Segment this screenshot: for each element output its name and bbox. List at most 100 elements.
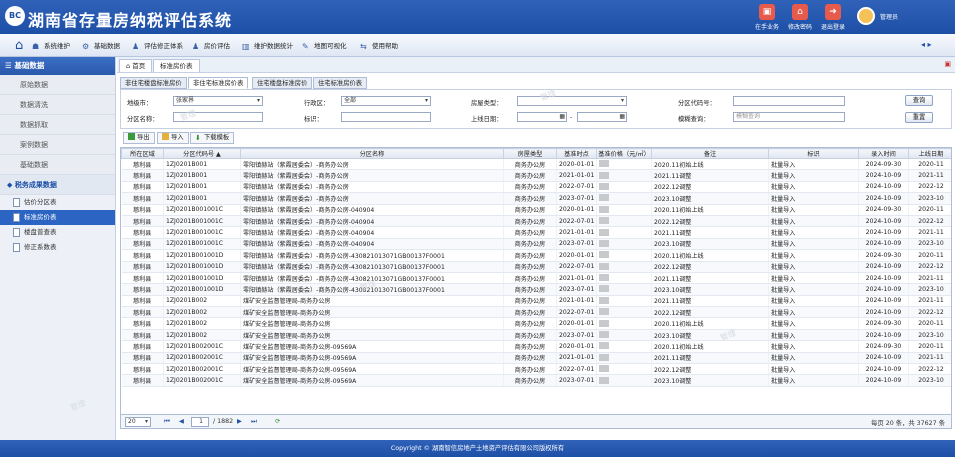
toolbar: 导出 导入 ⬇ 下载模板 (120, 132, 952, 145)
table-row[interactable]: 慈利县 1ZJ0201B001001D 零阳镇赫站（紫霞居委会）-商务办公房-430… (121, 249, 951, 262)
sidebar-item-case-data[interactable]: 案例数据 (0, 135, 115, 155)
subtab-residential-building[interactable]: 住宅楼盘标准房价 (252, 77, 313, 89)
redacted-price (599, 319, 609, 327)
export-button[interactable]: 导出 (123, 132, 155, 144)
table-cell: 2021-01-01 (556, 226, 597, 239)
mark-input[interactable] (341, 112, 431, 122)
subtab-residential-standard[interactable]: 住宅标准房价表 (313, 77, 368, 89)
table-cell: 慈利县 (121, 317, 164, 330)
fuzzy-search-input[interactable]: 模糊查询 (733, 112, 845, 122)
menu-correction-system[interactable]: ♟ 评估修正体系 (132, 39, 183, 53)
column-header[interactable]: 上线日期 (908, 148, 951, 159)
menu-basic-data[interactable]: ⚙ 基础数据 (82, 39, 120, 53)
search-button[interactable]: 查询 (905, 95, 933, 106)
calendar-icon[interactable]: ▦ (559, 113, 565, 121)
sidebar-item-data-cleaning[interactable]: 数据清洗 (0, 95, 115, 115)
table-row[interactable]: 慈利县 1ZJ0201B002001C 煤矿安全监督管理局-商务办公房-09569A… (121, 374, 951, 387)
column-header[interactable]: 录入时间 (858, 148, 909, 159)
table-row[interactable]: 慈利县 1ZJ0201B001001D 零阳镇赫站（紫霞居委会）-商务办公房-430… (121, 261, 951, 273)
tab-home[interactable]: ⌂ 首页 (119, 59, 153, 72)
zone-name-label: 分区名称： (127, 116, 159, 123)
district-select[interactable]: 全部 (341, 96, 431, 106)
table-cell: 1ZJ0201B002 (163, 295, 241, 308)
date-end-input[interactable]: ▦ (577, 112, 627, 122)
city-select[interactable]: 张家界 (173, 96, 263, 106)
table-cell: 慈利县 (121, 169, 164, 182)
table-row[interactable]: 慈利县 1ZJ0201B002 煤矿安全监督管理局-商务办公房 商务办公房 2023-0… (121, 329, 951, 342)
table-row[interactable]: 慈利县 1ZJ0201B001 零阳镇赫站（紫霞居委会）-商务办公房 商务办公房 202… (121, 192, 951, 205)
column-header[interactable]: 所在区域 (121, 148, 164, 159)
sidebar-sub-zone-table[interactable]: 估价分区表 (0, 195, 115, 210)
download-template-button[interactable]: ⬇ 下载模板 (190, 132, 235, 144)
logout-button[interactable]: ➜ 退出登录 (813, 4, 853, 31)
table-row[interactable]: 慈利县 1ZJ0201B001001C 零阳镇赫站（紫霞居委会）-商务办公房-040… (121, 238, 951, 251)
menu-scroll-arrows[interactable]: ◂ ▸ (921, 40, 932, 49)
sidebar-sub-correction-factor[interactable]: 修正系数表 (0, 240, 115, 255)
avatar[interactable] (857, 7, 875, 25)
refresh-icon[interactable]: ⟳ (275, 418, 280, 425)
table-cell: 1ZJ0201B001 (163, 192, 241, 205)
date-start-input[interactable]: ▦ (517, 112, 567, 122)
sidebar-sub-building-survey[interactable]: 楼盘普查表 (0, 225, 115, 240)
table-cell: 慈利县 (121, 226, 164, 239)
prev-page-icon[interactable]: ◀ (179, 418, 184, 425)
column-header[interactable]: 房屋类型 (503, 148, 557, 159)
import-button[interactable]: 导入 (157, 132, 189, 144)
table-cell: 1ZJ0201B002001C (163, 363, 241, 376)
table-cell: 批量导入 (768, 261, 859, 273)
first-page-icon[interactable]: ⏮ (164, 418, 170, 426)
next-page-icon[interactable]: ▶ (237, 418, 242, 425)
page-size-select[interactable]: 20 (125, 417, 151, 427)
table-row[interactable]: 慈利县 1ZJ0201B001 零阳镇赫站（紫霞居委会）-商务办公房 商务办公房 202… (121, 169, 951, 182)
table-cell (596, 261, 652, 273)
table-row[interactable]: 慈利县 1ZJ0201B002001C 煤矿安全监督管理局-商务办公房-09569A… (121, 340, 951, 353)
table-cell: 1ZJ0201B002001C (163, 340, 241, 353)
table-row[interactable]: 慈利县 1ZJ0201B001 零阳镇赫站（紫霞居委会）-商务办公房 商务办公房 202… (121, 158, 951, 171)
house-type-select[interactable] (517, 96, 627, 106)
table-cell: 零阳镇赫站（紫霞居委会）-商务办公房-430821013071GB00137F0… (240, 249, 504, 262)
table-cell: 2020.11初始上线 (651, 317, 769, 330)
pin-icon[interactable]: ▣ (944, 60, 951, 68)
table-row[interactable]: 慈利县 1ZJ0201B002001C 煤矿安全监督管理局-商务办公房-09569A… (121, 363, 951, 376)
column-header[interactable]: 基准时点 (556, 148, 597, 159)
table-row[interactable]: 慈利县 1ZJ0201B001001D 零阳镇赫站（紫霞居委会）-商务办公房-430… (121, 283, 951, 296)
sidebar-sub-standard-price[interactable]: 标准房价表 (0, 210, 115, 225)
table-row[interactable]: 慈利县 1ZJ0201B001001C 零阳镇赫站（紫霞居委会）-商务办公房-040… (121, 215, 951, 228)
table-cell: 2022.12调整 (651, 363, 769, 376)
table-cell: 批量导入 (768, 204, 859, 216)
menu-system-maintenance[interactable]: ☗ 系统维护 (32, 39, 70, 53)
column-header[interactable]: 备注 (651, 148, 769, 159)
table-cell: 商务办公房 (503, 158, 557, 171)
column-header[interactable]: 基准价格（元/㎡） (596, 148, 652, 159)
column-header[interactable]: 分区名称 (240, 148, 504, 159)
sidebar-item-basic-data[interactable]: 基础数据 (0, 155, 115, 175)
sidebar-item-raw-data[interactable]: 原始数据 (0, 75, 115, 95)
last-page-icon[interactable]: ⏭ (251, 418, 257, 426)
table-row[interactable]: 慈利县 1ZJ0201B002001C 煤矿安全监督管理局-商务办公房-09569A… (121, 352, 951, 365)
table-cell: 2020.11初始上线 (651, 204, 769, 216)
table-cell: 2022.12调整 (651, 181, 769, 194)
table-row[interactable]: 慈利县 1ZJ0201B002 煤矿安全监督管理局-商务办公房 商务办公房 2021-0… (121, 295, 951, 308)
menu-data-statistics[interactable]: ▥ 维护数据统计 (242, 39, 293, 53)
table-row[interactable]: 慈利县 1ZJ0201B001 零阳镇赫站（紫霞居委会）-商务办公房 商务办公房 202… (121, 181, 951, 194)
column-header[interactable]: 分区代码号 ▲ (163, 148, 241, 159)
zone-code-input[interactable] (733, 96, 845, 106)
table-row[interactable]: 慈利县 1ZJ0201B002 煤矿安全监督管理局-商务办公房 商务办公房 2020-0… (121, 317, 951, 330)
tab-standard-price[interactable]: 标准房价表 (153, 59, 200, 72)
subtab-nonresidential-building[interactable]: 非住宅楼盘标准房价 (120, 77, 187, 89)
home-icon[interactable]: ⌂ (15, 38, 23, 53)
page-number-input[interactable]: 1 (191, 417, 209, 427)
sidebar-item-data-crawl[interactable]: 数据抓取 (0, 115, 115, 135)
menu-map-visualization[interactable]: ✎ 地图可视化 (302, 39, 347, 53)
reset-button[interactable]: 重置 (905, 112, 933, 123)
sidebar-group-tax-results[interactable]: ◆ 税务成果数据 (0, 175, 115, 195)
calendar-icon[interactable]: ▦ (619, 113, 625, 121)
table-row[interactable]: 慈利县 1ZJ0201B001001C 零阳镇赫站（紫霞居委会）-商务办公房-040… (121, 204, 951, 216)
subtab-nonresidential-standard[interactable]: 非住宅标准房价表 (188, 77, 249, 89)
menu-help[interactable]: ⇆ 使用帮助 (360, 39, 398, 53)
column-header[interactable]: 标识 (768, 148, 859, 159)
table-row[interactable]: 慈利县 1ZJ0201B001001C 零阳镇赫站（紫霞居委会）-商务办公房-040… (121, 226, 951, 239)
table-row[interactable]: 慈利县 1ZJ0201B002 煤矿安全监督管理局-商务办公房 商务办公房 2022-0… (121, 306, 951, 319)
table-row[interactable]: 慈利县 1ZJ0201B001001D 零阳镇赫站（紫霞居委会）-商务办公房-430… (121, 272, 951, 285)
menu-price-assessment[interactable]: ♟ 房价评估 (192, 39, 230, 53)
